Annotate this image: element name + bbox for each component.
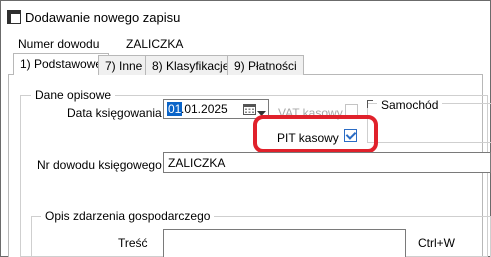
calendar-icon[interactable] — [243, 103, 256, 115]
window-icon — [7, 10, 21, 24]
opis-zdarzenia-legend: Opis zdarzenia gospodarczego — [41, 209, 215, 223]
window-title: Dodawanie nowego zapisu — [25, 10, 181, 25]
samochod-bracket — [367, 100, 373, 108]
tresc-shortcut: Ctrl+W — [418, 236, 455, 250]
tab-platnosci[interactable]: 9) Płatności — [227, 55, 304, 75]
tab-podstawowe[interactable]: 1) Podstawowe — [13, 53, 110, 75]
tresc-label: Treść — [118, 236, 148, 250]
samochod-legend: Samochód — [377, 98, 443, 112]
nr-dowodu-ksiegowego-value: ZALICZKA — [168, 156, 226, 170]
tab-klasyfikacje[interactable]: 8) Klasyfikacje — [145, 55, 237, 75]
dane-opisowe-legend: Dane opisowe — [31, 88, 116, 102]
document-number-value: ZALICZKA — [126, 37, 184, 51]
nr-dowodu-ksiegowego-input[interactable]: ZALICZKA — [163, 152, 491, 173]
date-rest: .01.2025 — [181, 102, 228, 116]
highlight-annotation — [253, 115, 378, 153]
tresc-textarea[interactable] — [163, 229, 406, 257]
nr-dowodu-ksiegowego-label: Nr dowodu księgowego — [37, 158, 162, 172]
data-ksiegowania-label: Data księgowania — [67, 106, 162, 120]
tab-inne[interactable]: 7) Inne — [98, 55, 150, 75]
document-number-label: Numer dowodu — [18, 37, 100, 51]
data-ksiegowania-field[interactable]: 01 .01.2025 — [163, 99, 269, 119]
